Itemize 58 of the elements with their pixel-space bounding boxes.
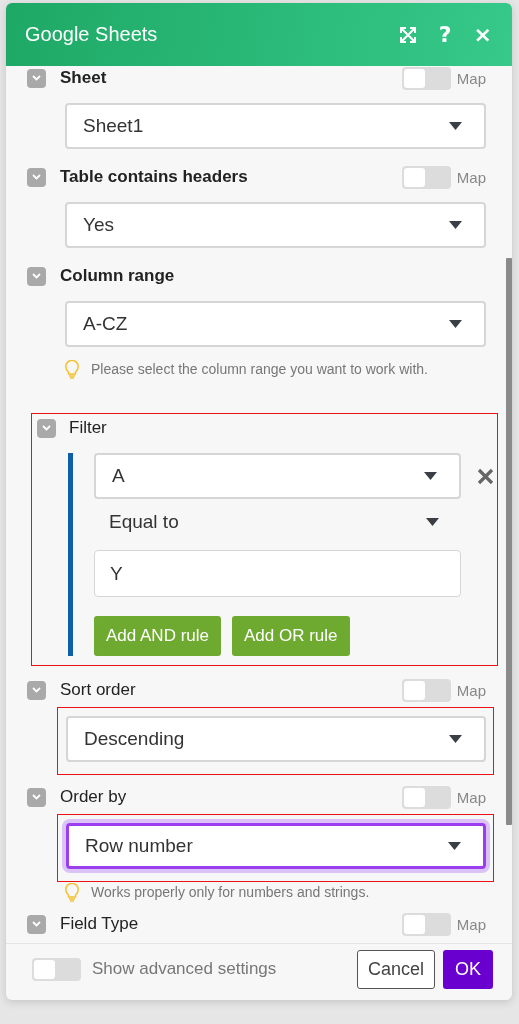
map-label: Map — [456, 915, 486, 933]
field-label: Order by — [60, 787, 128, 807]
chevron-icon — [32, 273, 41, 279]
lightbulb-icon — [65, 359, 79, 379]
collapse-toggle[interactable] — [27, 914, 46, 934]
select-field[interactable]: A-CZ — [65, 301, 486, 347]
caret-icon — [424, 472, 437, 480]
advanced-toggle[interactable] — [32, 957, 81, 981]
collapse-toggle[interactable] — [27, 680, 46, 700]
value-field[interactable]: Y — [94, 550, 461, 597]
map-toggle[interactable] — [401, 165, 451, 189]
expand-icon — [398, 25, 417, 44]
map-toggle[interactable] — [401, 66, 451, 90]
field-label: Sheet — [60, 68, 108, 88]
field-label: Table contains headers — [60, 167, 249, 187]
map-toggle[interactable] — [401, 678, 451, 702]
select-field[interactable]: Sheet1 — [65, 103, 486, 149]
ok-button[interactable]: OK — [443, 949, 493, 989]
advanced-label: Show advanced settings — [92, 959, 278, 979]
collapse-toggle[interactable] — [27, 68, 46, 88]
caret-icon — [449, 320, 462, 328]
collapse-toggle[interactable] — [27, 167, 46, 187]
chevron-icon — [42, 425, 51, 431]
caret-icon — [449, 122, 462, 130]
lightbulb-icon — [65, 882, 79, 902]
dialog-title: Google Sheets — [25, 23, 159, 46]
caret-icon — [449, 735, 462, 743]
caret-icon — [449, 221, 462, 229]
caret-icon — [448, 842, 461, 850]
collapse-toggle[interactable] — [27, 787, 46, 807]
map-toggle[interactable] — [401, 785, 451, 809]
field-label: Filter — [69, 418, 108, 438]
column-select[interactable]: A — [94, 453, 461, 499]
collapse-toggle[interactable] — [37, 418, 56, 438]
map-label: Map — [456, 681, 486, 699]
operator-select[interactable]: Equal to — [94, 499, 461, 545]
map-toggle[interactable] — [401, 912, 451, 936]
map-label: Map — [456, 788, 486, 806]
chevron-icon — [32, 794, 41, 800]
field-label: Sort order — [60, 680, 137, 700]
select-field[interactable]: Yes — [65, 202, 486, 248]
chevron-icon — [32, 174, 41, 180]
field-label: Field Type — [60, 914, 140, 934]
map-label: Map — [456, 168, 486, 186]
scrollbar[interactable] — [506, 258, 512, 825]
hint-text: Works properly only for numbers and strings. — [91, 884, 370, 900]
map-label: Map — [456, 69, 486, 87]
chevron-icon — [32, 75, 41, 81]
caret-icon — [426, 518, 439, 526]
select-field[interactable]: Descending — [66, 716, 486, 762]
chevron-icon — [32, 687, 41, 693]
expand-button[interactable] — [398, 25, 417, 44]
hint-text: Please select the column range you want to work with. — [91, 361, 428, 377]
collapse-toggle[interactable] — [27, 266, 46, 286]
field-label: Column range — [60, 266, 176, 286]
close-icon[interactable] — [477, 467, 494, 485]
chevron-icon — [32, 921, 41, 927]
cancel-button[interactable]: Cancel — [356, 949, 435, 989]
